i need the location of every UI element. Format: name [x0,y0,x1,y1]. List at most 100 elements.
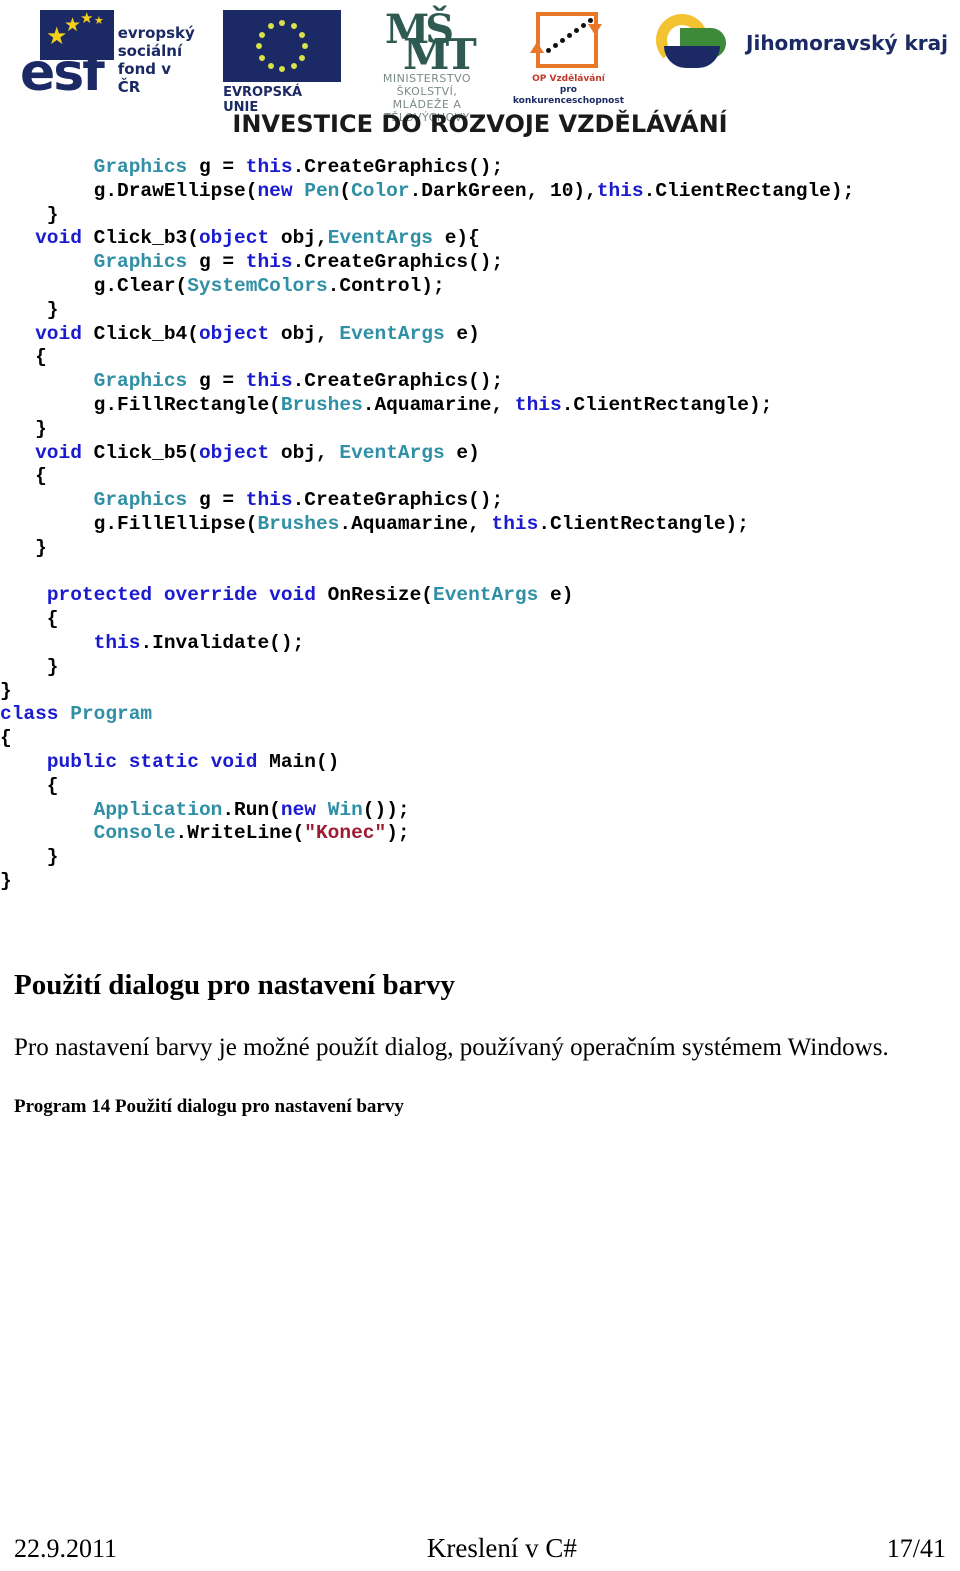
code-token-plain: { [0,346,47,369]
code-token-typ: Color [351,179,410,202]
code-token-plain: } [0,679,12,702]
star-icon: ★ [64,15,82,36]
code-token-typ: Win [327,798,363,821]
op-vzdelavani-label: OP Vzdělávání pro konkurenceschopnost [513,74,624,107]
op-vzdelavani-mark [528,8,608,74]
code-token-plain: .CreateGraphics(); [292,251,504,274]
code-token-plain: } [0,536,47,559]
code-token-plain: { [0,465,47,488]
code-token-plain: } [0,298,59,321]
star-icon: ★ [94,15,104,27]
code-token-plain: } [0,846,59,869]
esf-text-line-2: sociální [117,42,183,60]
esf-logo-mark: ★ ★ ★ ★ esf [18,6,124,99]
code-line: } [0,870,960,894]
code-token-plain: Click_b3( [81,227,199,250]
jihomoravsky-kraj-logo: Jihomoravský kraj [650,6,948,74]
code-line: g.FillRectangle(Brushes.Aquamarine, this… [0,394,960,418]
code-line: } [0,299,960,323]
code-token-plain: ()); [362,798,410,821]
code-line: { [0,346,960,370]
code-line: g.Clear(SystemColors.Control); [0,275,960,299]
code-token-kw: new [280,798,316,821]
code-token-plain: .ClientRectangle); [538,512,749,535]
code-token-kw: this [514,393,562,416]
code-token-kw: this [596,179,644,202]
eu-star-icon [298,31,305,38]
code-token-plain: g.DrawEllipse( [0,179,258,202]
eu-star-icon [279,66,286,72]
code-token-plain: } [0,655,59,678]
code-line: class Program [0,703,960,727]
code-token-plain: .Control); [327,274,445,297]
code-line: void Click_b5(object obj, EventArgs e) [0,442,960,466]
code-token-plain: g = [187,370,246,393]
code-line: void Click_b4(object obj, EventArgs e) [0,323,960,347]
code-token-typ: EventArgs [339,322,445,345]
code-token-kw: object [198,441,270,464]
opvk-label-line-1: OP Vzdělávání [532,74,605,84]
body-paragraph: Pro nastavení barvy je možné použít dial… [14,1034,889,1061]
code-token-typ: Application [93,798,223,821]
code-token-plain: g = [187,489,246,512]
jmk-logo-mark [650,12,738,74]
eu-star-icon [279,20,286,26]
code-line: Graphics g = this.CreateGraphics(); [0,156,960,180]
code-token-typ: Brushes [280,393,363,416]
code-token-kw: class [0,703,59,726]
code-token-typ: Program [70,703,153,726]
code-line: } [0,418,960,442]
code-token-kw: new [257,179,293,202]
eu-flag-mark [223,10,342,82]
code-token-typ: Graphics [93,251,188,274]
code-token-plain: e){ [433,227,480,250]
eu-flag-logo: EVROPSKÁ UNIE [223,6,342,115]
page-heading: Použití dialogu pro nastavení barvy [14,969,455,1002]
code-token-typ: EventArgs [433,584,539,607]
code-token-plain: { [0,608,59,631]
code-line: g.FillEllipse(Brushes.Aquamarine, this.C… [0,513,960,537]
code-token-kw: this [245,156,293,178]
page-footer: 22.9.2011 Kreslení v C# 17/41 [14,1533,946,1564]
code-token-plain: Main() [257,750,340,773]
arrow-up-icon [530,42,545,53]
code-token-plain: .Invalidate(); [140,631,305,654]
esf-logo-text: evropský sociální fond v ČR [118,24,197,98]
code-line: } [0,204,960,228]
code-token-plain: ); [386,822,410,845]
code-token-str: "Konec" [304,822,387,845]
code-token-plain: g = [187,251,246,274]
eu-star-icon [256,43,263,49]
code-token-plain: .Aquamarine, [362,393,515,416]
code-line: } [0,656,960,680]
eu-star-icon [290,62,297,69]
investice-banner-text: INVESTICE DO ROZVOJE VZDĚLÁVÁNÍ [232,110,728,138]
code-token-plain: OnResize( [315,584,433,607]
code-token-typ: EventArgs [339,441,445,464]
logo-row: ★ ★ ★ ★ esf evropský sociální fond v ČR … [18,6,948,124]
code-line: this.Invalidate(); [0,632,960,656]
jmk-blue-shape [664,46,721,68]
code-token-plain: e) [538,584,574,607]
code-token-plain: .CreateGraphics(); [292,489,504,512]
code-line: Application.Run(new Win()); [0,799,960,823]
code-token-plain: g.FillRectangle( [0,393,281,416]
code-token-kw: this [491,512,539,535]
code-token-typ: Console [93,822,176,845]
msmt-mark-bottom: MT [403,30,477,79]
eu-star-icon [259,54,266,61]
esf-text-line-1: evropský [117,24,195,42]
code-line: { [0,465,960,489]
code-line: void Click_b3(object obj,EventArgs e){ [0,227,960,251]
code-line: { [0,608,960,632]
msmt-logo-mark: MŠ MT [375,6,479,79]
code-line: } [0,537,960,561]
code-token-plain: } [0,869,12,892]
